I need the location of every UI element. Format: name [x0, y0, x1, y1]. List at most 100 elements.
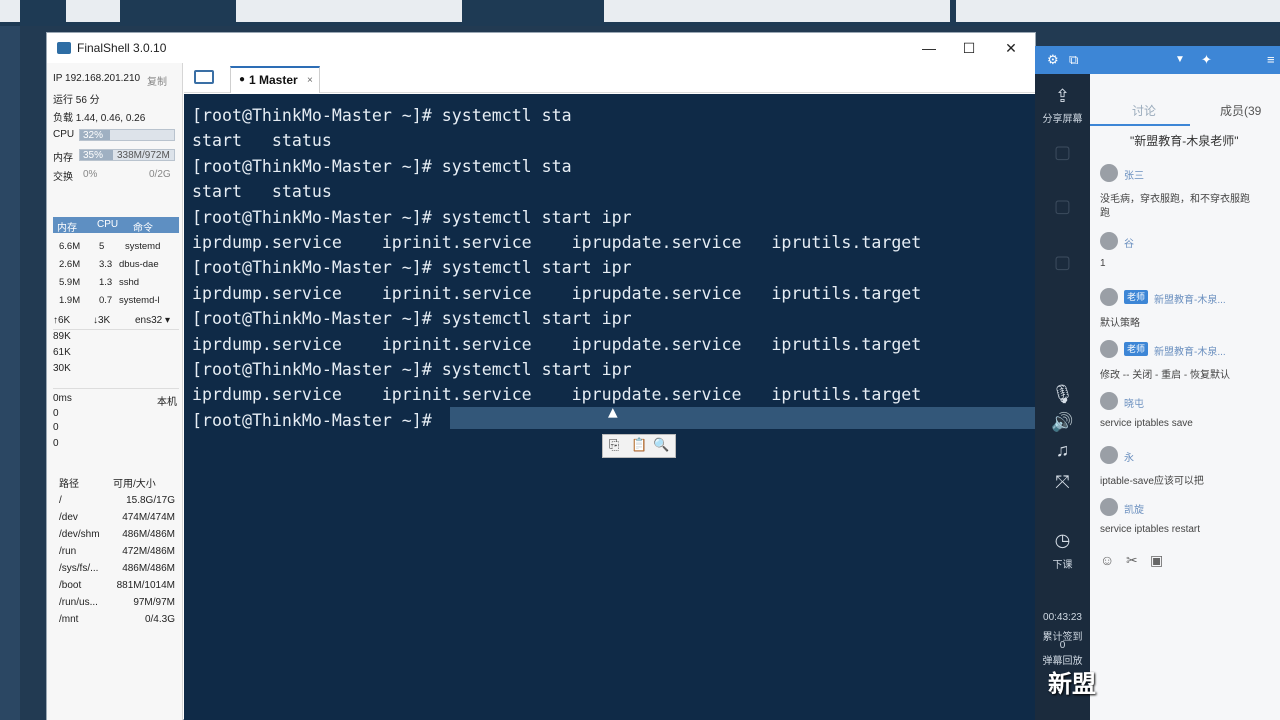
chat-panel: 讨论 成员(39 "新盟教育-木泉老师" 张三 没毛病，穿衣服跑，和不穿衣服跑跑谷…	[1090, 74, 1280, 720]
latency-value: 0	[53, 408, 59, 419]
disk-path: /	[59, 495, 62, 506]
classroom-toolbar: ⇪ 分享屏幕 ▢ ▢ ▢ 🎙 🔊 ♫ ⤧ ◷ 下课 00:43:23 累计签到 …	[1035, 46, 1090, 720]
swap-percent: 0%	[83, 169, 98, 180]
disk-size: 97M/97M	[133, 597, 175, 608]
net-scale-1: 89K	[53, 331, 71, 342]
music-icon[interactable]: ♫	[1035, 440, 1090, 461]
chat-sender: 晓屯	[1124, 399, 1144, 410]
net-up-value: 6K	[58, 315, 71, 326]
settings-icon[interactable]: ⚙	[1047, 52, 1059, 68]
proc-cmd: dbus-dae	[119, 259, 159, 270]
net-iface-select[interactable]: ens32 ▾	[135, 315, 170, 326]
chat-text: service iptables save	[1100, 418, 1193, 429]
tab-members[interactable]: 成员(39	[1220, 102, 1261, 119]
latency-host: 本机	[157, 397, 177, 408]
selection-toolbar: ⎘ 📋 🔍	[602, 434, 676, 458]
expand-icon[interactable]: ⤧	[1035, 472, 1090, 493]
swap-label: 交换	[53, 172, 73, 183]
slot-icon: ▢	[1053, 196, 1071, 216]
terminal-line: start status	[192, 131, 332, 151]
disk-path: /mnt	[59, 614, 79, 625]
terminal-line: start status	[192, 182, 332, 202]
pin-icon[interactable]: ✦	[1201, 52, 1212, 68]
terminal-selection	[450, 407, 1035, 429]
terminal-line: [root@ThinkMo-Master ~]# systemctl sta	[192, 156, 572, 176]
speaker-icon[interactable]: 🔊	[1035, 412, 1090, 433]
chevron-down-icon: ▾	[165, 315, 171, 326]
copy-icon[interactable]: ⎘	[609, 438, 619, 453]
image-icon[interactable]: ▣	[1150, 552, 1163, 569]
microphone-icon[interactable]: 🎙	[1035, 384, 1090, 405]
cpu-label: CPU	[53, 129, 75, 140]
load-label: 负载 1.44, 0.46, 0.26	[53, 113, 146, 124]
mem-detail: 338M/972M	[117, 150, 170, 161]
disk-size-header: 可用/大小	[113, 479, 156, 490]
terminal-line: iprdump.service iprinit.service iprupdat…	[192, 385, 922, 405]
chat-text: service iptables restart	[1100, 524, 1201, 535]
tab-close-icon[interactable]: ×	[307, 75, 313, 86]
mem-percent: 35%	[83, 150, 104, 161]
terminal-line: iprdump.service iprinit.service iprupdat…	[192, 334, 922, 354]
chat-sender: 张三	[1124, 171, 1144, 182]
end-class-icon[interactable]: ◷	[1035, 530, 1090, 551]
emoji-icon[interactable]: ☺	[1100, 552, 1114, 568]
avatar	[1100, 232, 1118, 250]
scissors-icon[interactable]: ✂	[1126, 552, 1138, 569]
avatar	[1100, 340, 1118, 358]
terminal-line: [root@ThinkMo-Master ~]# systemctl sta	[192, 106, 572, 125]
status-panel: IP 192.168.201.210 复制 运行 56 分 负载 1.44, 0…	[47, 63, 183, 720]
tab-master[interactable]: ● 1 Master ×	[230, 66, 320, 93]
avatar	[1100, 446, 1118, 464]
paste-icon[interactable]: 📋	[631, 438, 647, 453]
chat-sender: 永	[1124, 453, 1134, 464]
copy-ip-button[interactable]: 复制	[147, 73, 167, 88]
net-down: ↓3K	[93, 315, 111, 326]
chat-sender: 谷	[1124, 239, 1134, 250]
terminal-line: iprdump.service iprinit.service iprupdat…	[192, 233, 922, 252]
role-badge: 老师	[1124, 290, 1149, 304]
folder-icon[interactable]	[194, 70, 214, 84]
ip-label: IP 192.168.201.210	[53, 73, 141, 84]
disk-path: /dev	[59, 512, 78, 523]
tab-discussion[interactable]: 讨论	[1132, 102, 1156, 119]
chat-text: 默认策略	[1100, 318, 1140, 329]
proc-cmd: systemd	[125, 241, 161, 252]
close-button[interactable]: ✕	[991, 37, 1031, 59]
end-class-label[interactable]: 下课	[1035, 556, 1090, 571]
classroom-header: ⚙ ⧉ ▼ ✦ ≡	[1035, 46, 1280, 74]
disk-path: /dev/shm	[59, 529, 100, 540]
net-up: ↑6K	[53, 315, 71, 326]
desktop-left-strip	[0, 26, 20, 720]
chevron-down-icon[interactable]: ▼	[1175, 54, 1185, 65]
tab-process-cmd[interactable]: 命令	[133, 219, 153, 234]
finalshell-window: FinalShell 3.0.10 — ☐ ✕ IP 192.168.201.2…	[46, 32, 1036, 720]
disk-path-header: 路径	[59, 479, 79, 490]
terminal[interactable]: [root@ThinkMo-Master ~]# systemctl sta st…	[184, 94, 1035, 720]
tab-process-mem[interactable]: 内存	[57, 219, 77, 234]
process-tabs: 内存 CPU 命令	[53, 217, 179, 234]
more-icon[interactable]: ≡	[1267, 52, 1275, 67]
disk-path: /run/us...	[59, 597, 98, 608]
share-screen-icon[interactable]: ⇪	[1035, 86, 1090, 107]
terminal-line: [root@ThinkMo-Master ~]# systemctl start…	[192, 258, 632, 278]
active-tab-indicator	[1090, 124, 1190, 126]
chat-sender: 新盟教育-木泉...	[1154, 347, 1226, 358]
session-tab-bar: ● 1 Master ×	[184, 63, 1035, 93]
popout-icon[interactable]: ⧉	[1069, 52, 1078, 68]
cpu-value: 32%	[83, 130, 104, 141]
disk-size: 0/4.3G	[144, 614, 175, 625]
proc-cpu: 0.7	[99, 295, 113, 306]
net-iface-value: ens32	[135, 315, 163, 326]
tab-process-cpu[interactable]: CPU	[97, 219, 118, 230]
maximize-button[interactable]: ☐	[949, 37, 989, 59]
search-icon[interactable]: 🔍	[653, 438, 669, 453]
proc-cmd: systemd-l	[119, 295, 160, 306]
stat-value: 0	[1059, 640, 1066, 651]
terminal-line: [root@ThinkMo-Master ~]#	[192, 410, 442, 430]
minimize-button[interactable]: —	[909, 37, 949, 59]
net-graph	[53, 329, 179, 389]
slot-icon: ▢	[1053, 252, 1071, 272]
bottom-strip	[830, 692, 1035, 720]
net-down-value: 3K	[98, 315, 111, 326]
proc-mem: 2.6M	[59, 259, 81, 270]
